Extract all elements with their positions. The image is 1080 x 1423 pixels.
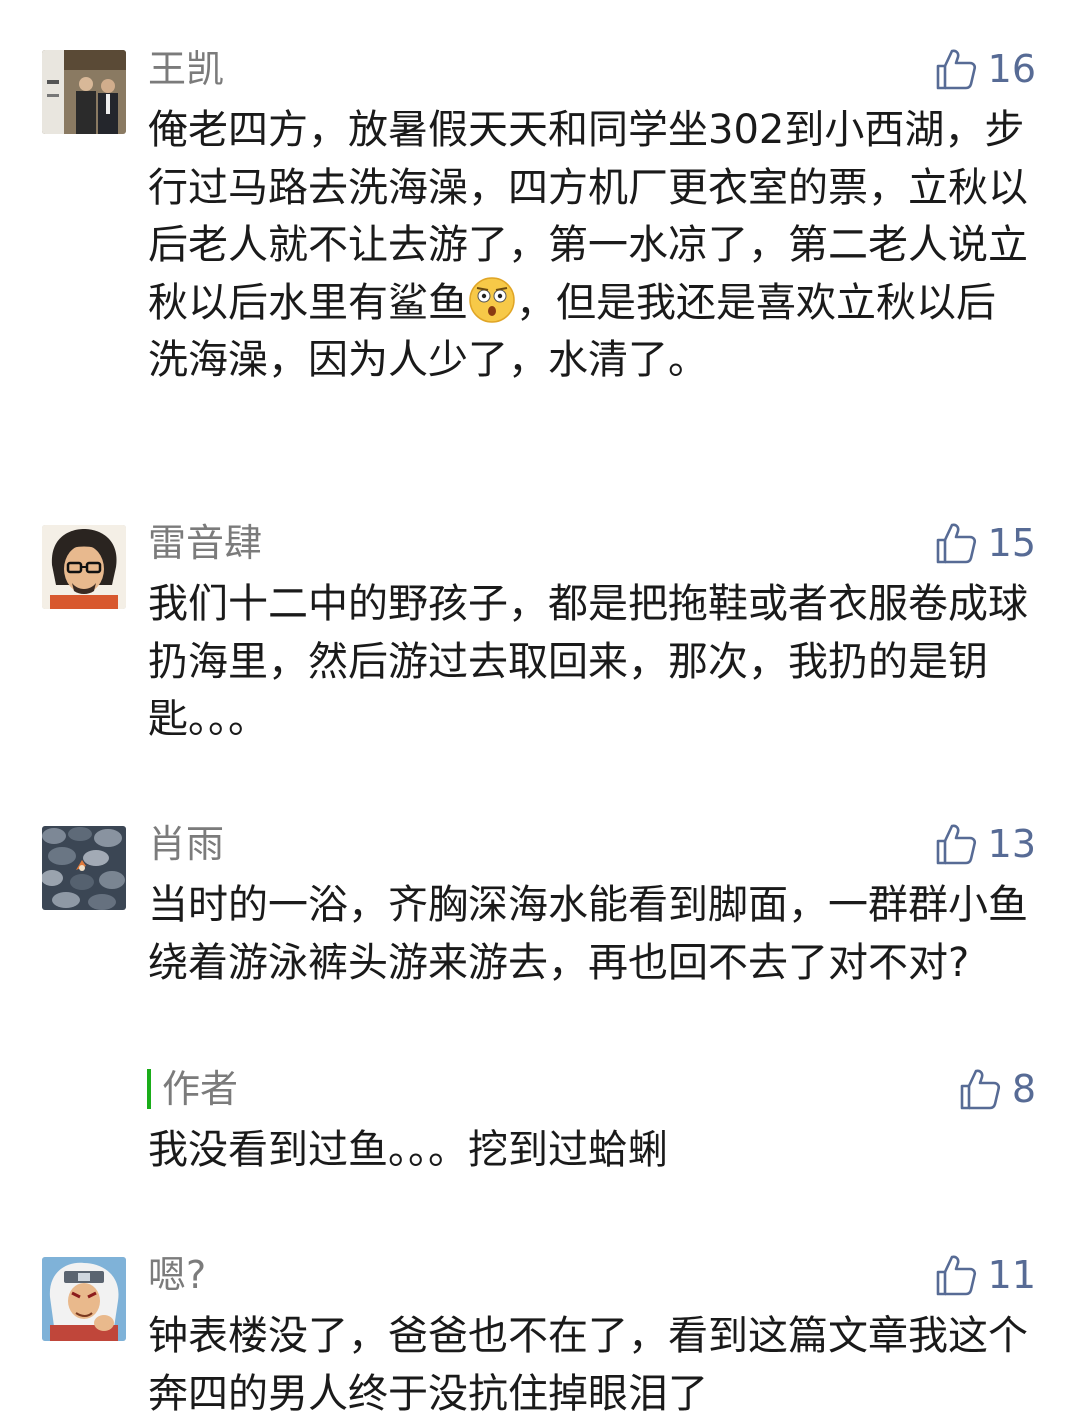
avatar[interactable] <box>42 525 126 609</box>
avatar-photo-two-men <box>42 50 126 134</box>
like-button[interactable]: 11 <box>934 1253 1036 1297</box>
reply-text: 我没看到过鱼。。。挖到过蛤蜊 <box>148 1127 668 1173</box>
shocked-face-emoji-icon <box>469 276 515 323</box>
reply-like-button[interactable]: 8 <box>958 1067 1036 1111</box>
reply-indicator-bar <box>147 1069 151 1109</box>
reply-like-count: 8 <box>1011 1067 1036 1111</box>
thumbs-up-icon <box>960 1069 1000 1110</box>
comment-text: 俺老四方，放暑假天天和同学坐302到小西湖，步行过马路去洗海澡，四方机厂更衣室的… <box>148 102 1034 390</box>
like-button[interactable]: 16 <box>934 47 1036 91</box>
avatar-cartoon-man-glasses <box>42 525 126 609</box>
avatar[interactable] <box>42 826 126 910</box>
comment-text: 钟表楼没了，爸爸也不在了，看到这篇文章我这个奔四的男人终于没抗住掉眼泪了 <box>148 1313 1028 1417</box>
commenter-name[interactable]: 肖雨 <box>148 822 224 866</box>
thumbs-up-icon <box>936 1255 976 1296</box>
avatar-anime-character <box>42 1257 126 1341</box>
avatar-pebbles <box>42 826 126 910</box>
thumbs-up-icon <box>936 523 976 564</box>
avatar[interactable] <box>42 50 126 134</box>
commenter-name[interactable]: 王凯 <box>148 47 224 91</box>
comment-text: 当时的一浴，齐胸深海水能看到脚面，一群群小鱼绕着游泳裤头游来游去，再也回不去了对… <box>148 882 1028 986</box>
like-button[interactable]: 15 <box>934 521 1036 565</box>
commenter-name[interactable]: 雷音肆 <box>148 521 262 565</box>
like-count: 13 <box>987 822 1036 866</box>
like-count: 11 <box>987 1253 1036 1297</box>
like-button[interactable]: 13 <box>934 822 1036 866</box>
avatar[interactable] <box>42 1257 126 1341</box>
thumbs-up-icon <box>936 824 976 865</box>
commenter-name[interactable]: 嗯? <box>148 1253 206 1297</box>
like-count: 16 <box>987 47 1036 91</box>
thumbs-up-icon <box>936 49 976 90</box>
like-count: 15 <box>987 521 1036 565</box>
reply-author-name: 作者 <box>162 1067 239 1111</box>
comment-text: 我们十二中的野孩子，都是把拖鞋或者衣服卷成球扔海里，然后游过去取回来，那次，我扔… <box>148 581 1028 742</box>
